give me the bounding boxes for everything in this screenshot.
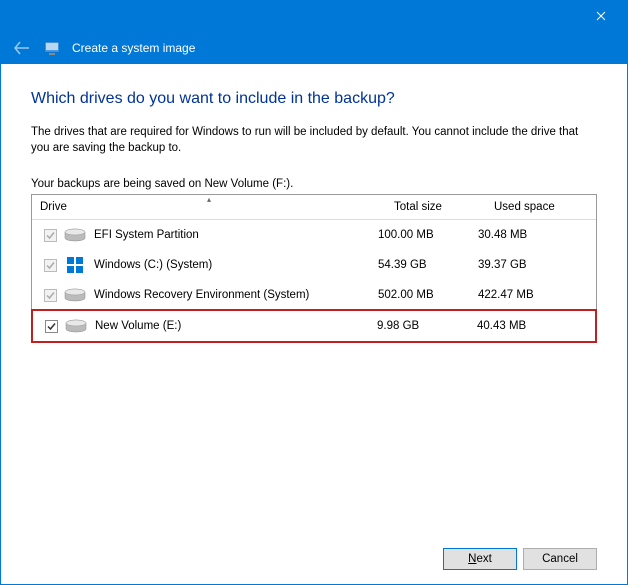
- col-header-drive[interactable]: Drive ▴: [32, 195, 386, 219]
- back-arrow-icon: [14, 41, 30, 55]
- drive-used-space: 40.43 MB: [477, 320, 587, 332]
- hard-drive-icon: [64, 226, 86, 244]
- drive-used-space: 30.48 MB: [478, 229, 588, 241]
- windows-logo-icon: [64, 256, 86, 274]
- drive-checkbox-cell: [40, 259, 60, 272]
- table-row[interactable]: EFI System Partition100.00 MB30.48 MB: [32, 220, 596, 250]
- wizard-content: Which drives do you want to include in t…: [0, 64, 628, 585]
- page-description: The drives that are required for Windows…: [31, 124, 597, 156]
- close-icon: [596, 11, 606, 21]
- drive-name: Windows Recovery Environment (System): [94, 289, 378, 301]
- drive-name: Windows (C:) (System): [94, 259, 378, 271]
- next-button[interactable]: Next: [443, 548, 517, 570]
- table-row[interactable]: New Volume (E:)9.98 GB40.43 MB: [31, 309, 597, 343]
- drive-name: New Volume (E:): [95, 320, 377, 332]
- drive-used-space: 39.37 GB: [478, 259, 588, 271]
- drives-table: Drive ▴ Total size Used space EFI System…: [31, 194, 597, 343]
- drive-checkbox: [44, 289, 57, 302]
- close-button[interactable]: [578, 0, 624, 32]
- drive-checkbox: [44, 229, 57, 242]
- drive-name: EFI System Partition: [94, 229, 378, 241]
- drive-total-size: 54.39 GB: [378, 259, 478, 271]
- wizard-title: Create a system image: [72, 41, 195, 55]
- drive-total-size: 502.00 MB: [378, 289, 478, 301]
- wizard-header: Create a system image: [0, 32, 628, 64]
- drive-used-space: 422.47 MB: [478, 289, 588, 301]
- system-image-icon: [44, 40, 60, 56]
- saving-location-text: Your backups are being saved on New Volu…: [31, 178, 597, 190]
- drive-checkbox-cell: [40, 229, 60, 242]
- drive-checkbox-cell[interactable]: [41, 320, 61, 333]
- drive-checkbox-cell: [40, 289, 60, 302]
- table-row[interactable]: Windows Recovery Environment (System)502…: [32, 280, 596, 310]
- col-header-total-size[interactable]: Total size: [386, 195, 486, 219]
- drive-checkbox[interactable]: [45, 320, 58, 333]
- drive-total-size: 100.00 MB: [378, 229, 478, 241]
- drive-checkbox: [44, 259, 57, 272]
- page-question: Which drives do you want to include in t…: [31, 90, 597, 108]
- sort-indicator-icon: ▴: [207, 195, 211, 204]
- titlebar: [0, 0, 628, 32]
- back-button[interactable]: [12, 38, 32, 58]
- table-header: Drive ▴ Total size Used space: [32, 195, 596, 220]
- col-header-used-space[interactable]: Used space: [486, 195, 596, 219]
- table-row[interactable]: Windows (C:) (System)54.39 GB39.37 GB: [32, 250, 596, 280]
- hard-drive-icon: [65, 317, 87, 335]
- wizard-footer: Next Cancel: [31, 542, 597, 570]
- drive-total-size: 9.98 GB: [377, 320, 477, 332]
- cancel-button[interactable]: Cancel: [523, 548, 597, 570]
- hard-drive-icon: [64, 286, 86, 304]
